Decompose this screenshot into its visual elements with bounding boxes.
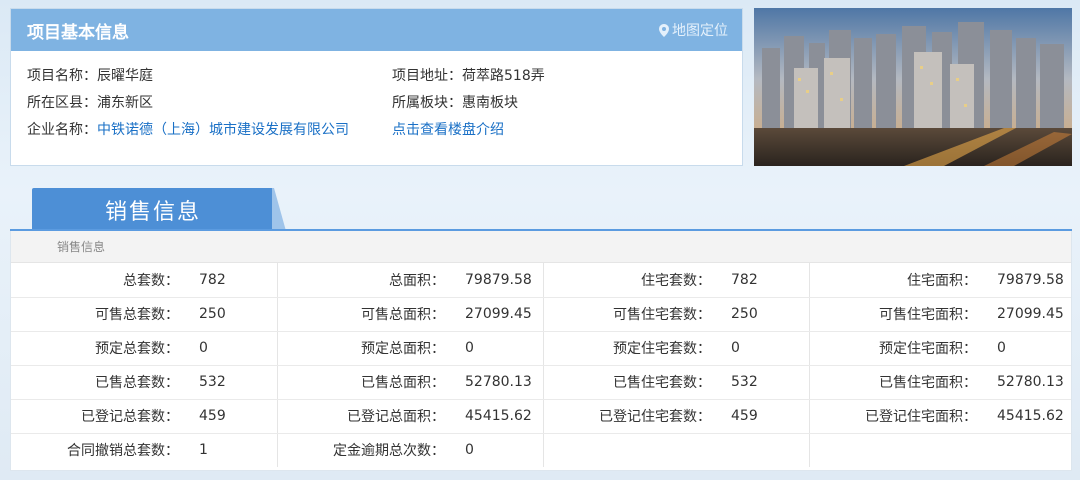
registered-units-value: 459 (189, 399, 278, 434)
available-residential-area-value: 27099.45 (987, 297, 1071, 332)
reserved-residential-area-label: 预定住宅面积： (809, 331, 987, 366)
available-residential-units-value: 250 (721, 297, 810, 332)
tab-corner-decoration (272, 188, 286, 231)
total-area-value: 79879.58 (455, 263, 544, 298)
sales-table: 总套数： 782 总面积： 79879.58 住宅套数： 782 住宅面积： 7… (11, 263, 1071, 467)
table-row: 已登记总套数： 459 已登记总面积： 45415.62 已登记住宅套数： 45… (11, 399, 1071, 434)
table-row: 合同撤销总套数： 1 定金逾期总次数： 0 (11, 433, 1071, 467)
total-units-value: 782 (189, 263, 278, 298)
project-info-title: 项目基本信息 (27, 22, 129, 43)
company-row: 企业名称：中铁诺德（上海）城市建设发展有限公司 (27, 117, 367, 144)
sold-area-value: 52780.13 (455, 365, 544, 400)
sold-units-value: 532 (189, 365, 278, 400)
sales-info-panel: 销售信息 总套数： 782 总面积： 79879.58 住宅套数： 782 住宅… (10, 231, 1072, 471)
project-info-right-column: 项目地址：荷萃路518弄 所属板块：惠南板块 点击查看楼盘介绍 (392, 63, 722, 144)
tab-sales-info[interactable]: 销售信息 (32, 188, 274, 231)
available-residential-units-label: 可售住宅套数： (543, 297, 721, 332)
intro-row: 点击查看楼盘介绍 (392, 117, 722, 144)
registered-residential-units-label: 已登记住宅套数： (543, 399, 721, 434)
block-label: 所属板块： (392, 95, 462, 111)
block-value: 惠南板块 (462, 95, 518, 111)
project-photo (754, 8, 1072, 166)
reserved-residential-area-value: 0 (987, 331, 1071, 366)
empty-cell (809, 433, 987, 467)
available-units-value: 250 (189, 297, 278, 332)
empty-cell (721, 433, 810, 467)
residential-units-label: 住宅套数： (543, 263, 721, 298)
available-residential-area-label: 可售住宅面积： (809, 297, 987, 332)
reserved-residential-units-value: 0 (721, 331, 810, 366)
reserved-units-label: 预定总套数： (11, 331, 189, 366)
table-row: 预定总套数： 0 预定总面积： 0 预定住宅套数： 0 预定住宅面积： 0 (11, 331, 1071, 366)
cancelled-contracts-value: 1 (189, 433, 278, 467)
residential-units-value: 782 (721, 263, 810, 298)
project-name-label: 项目名称： (27, 68, 97, 84)
reserved-residential-units-label: 预定住宅套数： (543, 331, 721, 366)
total-units-label: 总套数： (11, 263, 189, 298)
residential-area-value: 79879.58 (987, 263, 1071, 298)
residential-area-label: 住宅面积： (809, 263, 987, 298)
project-name-value: 辰曜华庭 (97, 68, 153, 84)
address-label: 项目地址： (392, 68, 462, 84)
address-value: 荷萃路518弄 (462, 68, 545, 84)
table-row: 可售总套数： 250 可售总面积： 27099.45 可售住宅套数： 250 可… (11, 297, 1071, 332)
cancelled-contracts-label: 合同撤销总套数： (67, 443, 179, 460)
total-area-label: 总面积： (277, 263, 455, 298)
district-row: 所在区县：浦东新区 (27, 90, 367, 117)
project-info-header: 项目基本信息 地图定位 (11, 9, 742, 51)
available-units-label: 可售总套数： (11, 297, 189, 332)
overdue-deposits-value: 0 (455, 433, 544, 467)
empty-cell (543, 433, 721, 467)
sold-units-label: 已售总套数： (11, 365, 189, 400)
registered-area-value: 45415.62 (455, 399, 544, 434)
registered-residential-area-value: 45415.62 (987, 399, 1071, 434)
sold-area-label: 已售总面积： (277, 365, 455, 400)
district-value: 浦东新区 (97, 95, 153, 111)
registered-area-label: 已登记总面积： (277, 399, 455, 434)
sold-residential-units-label: 已售住宅套数： (543, 365, 721, 400)
project-photo-illustration (754, 8, 1072, 166)
map-location-link[interactable]: 地图定位 (659, 20, 728, 40)
project-name-row: 项目名称：辰曜华庭 (27, 63, 367, 90)
company-label: 企业名称： (27, 122, 97, 138)
reserved-area-label: 预定总面积： (277, 331, 455, 366)
registered-residential-units-value: 459 (721, 399, 810, 434)
registered-units-label: 已登记总套数： (11, 399, 189, 434)
available-area-label: 可售总面积： (277, 297, 455, 332)
building-intro-link[interactable]: 点击查看楼盘介绍 (392, 122, 504, 138)
project-info-left-column: 项目名称：辰曜华庭 所在区县：浦东新区 企业名称：中铁诺德（上海）城市建设发展有… (27, 63, 367, 144)
table-row: 已售总套数： 532 已售总面积： 52780.13 已售住宅套数： 532 已… (11, 365, 1071, 400)
project-info-body: 项目名称：辰曜华庭 所在区县：浦东新区 企业名称：中铁诺德（上海）城市建设发展有… (11, 51, 742, 165)
company-link[interactable]: 中铁诺德（上海）城市建设发展有限公司 (97, 122, 349, 138)
registered-residential-area-label: 已登记住宅面积： (809, 399, 987, 434)
map-location-label: 地图定位 (672, 23, 728, 39)
sold-residential-area-label: 已售住宅面积： (809, 365, 987, 400)
table-row: 总套数： 782 总面积： 79879.58 住宅套数： 782 住宅面积： 7… (11, 263, 1071, 298)
reserved-area-value: 0 (455, 331, 544, 366)
empty-cell (987, 433, 1071, 467)
sold-residential-units-value: 532 (721, 365, 810, 400)
overdue-deposits-label: 定金逾期总次数： (333, 443, 445, 460)
sold-residential-area-value: 52780.13 (987, 365, 1071, 400)
reserved-units-value: 0 (189, 331, 278, 366)
map-pin-icon (659, 23, 669, 37)
block-row: 所属板块：惠南板块 (392, 90, 722, 117)
address-row: 项目地址：荷萃路518弄 (392, 63, 722, 90)
district-label: 所在区县： (27, 95, 97, 111)
project-info-panel: 项目基本信息 地图定位 项目名称：辰曜华庭 所在区县：浦东新区 企业名称：中铁诺… (10, 8, 743, 166)
available-area-value: 27099.45 (455, 297, 544, 332)
sales-subheader: 销售信息 (11, 231, 1071, 263)
